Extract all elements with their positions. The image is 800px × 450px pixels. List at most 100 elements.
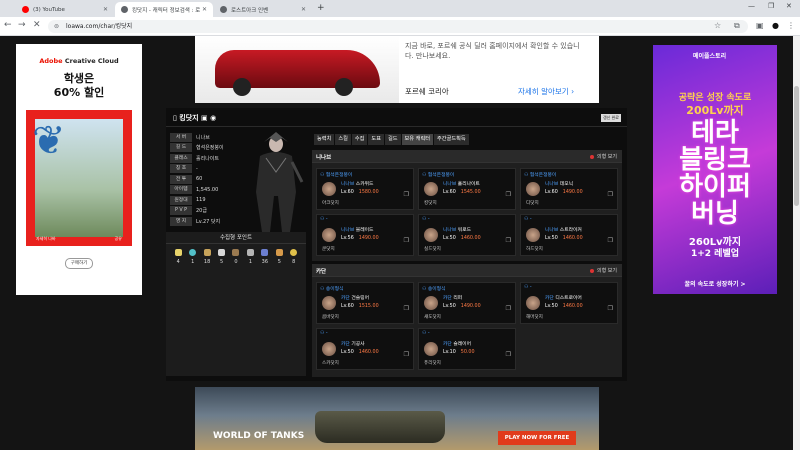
character-card[interactable]: ⚇ - 카단 기공사 Lv.50 1460.00 스카닷지 ❐ (316, 328, 414, 370)
avatar (322, 182, 336, 196)
info-row: 서 버 니나브 (170, 132, 243, 142)
scrollbar[interactable] (793, 36, 800, 450)
ad-cta[interactable]: 꿀의 속도로 성장하기 > (653, 279, 777, 288)
char-level: Lv.60 1580.00 (341, 190, 379, 195)
tab-characters[interactable]: 보유 캐릭터 (401, 134, 434, 145)
address-bar[interactable]: ⊜ loawa.com/char/킹닷지 (48, 20, 748, 33)
profile-tabs: 능력치 스킬 수집 도표 길드 보유 캐릭터 주간골드획득 (314, 134, 470, 145)
ad-cta-share[interactable]: 공유 (115, 236, 122, 242)
copy-icon[interactable]: ❐ (608, 191, 613, 198)
character-card[interactable]: ⚇ 송이형식 카단 건슬링어 Lv.60 1515.00 콤바닷지 ❐ (316, 282, 414, 324)
char-level: Lv.60 1490.00 (545, 190, 583, 195)
character-card[interactable]: ⚇ - 니나브 스트라이커 Lv.50 1460.00 하드닷지 ❐ (520, 214, 618, 256)
info-row: 칭 호- (170, 163, 243, 174)
char-level: Lv.50 1460.00 (545, 236, 583, 241)
close-icon[interactable]: ✕ (301, 6, 306, 13)
scrollbar-thumb[interactable] (794, 86, 799, 206)
copy-icon[interactable]: ❐ (404, 237, 409, 244)
copy-icon[interactable]: ❐ (506, 305, 511, 312)
ad-maplestory[interactable]: 메이플스토리 공략은 성장 속도로 200Lv까지 테라 블링크 하이퍼 버닝 … (653, 45, 777, 294)
tab-weekly-gold[interactable]: 주간골드획득 (434, 134, 469, 145)
collect-item[interactable]: 5 (218, 249, 226, 265)
sidepanel-icon[interactable]: ▣ (756, 21, 764, 30)
copy-icon[interactable]: ❐ (506, 237, 511, 244)
info-row: 클래스 홀리나이트 (170, 153, 243, 163)
site-info-icon[interactable]: ⊜ (54, 20, 59, 33)
char-nick: 콤바닷지 (322, 315, 339, 320)
ad-adobe[interactable]: Adobe Creative Cloud 학생은 60% 할인 ❦ 자세히 나바… (16, 44, 142, 295)
menu-icon[interactable]: ⋮ (787, 21, 795, 30)
star-icon[interactable]: ☆ (714, 21, 721, 30)
char-nick: 아크닷지 (322, 201, 339, 206)
character-card[interactable]: ⚇ - 니나브 블레이드 Lv.56 1490.00 쿤닷지 ❐ (316, 214, 414, 256)
copy-icon[interactable]: ❐ (608, 237, 613, 244)
collect-item[interactable]: 1 (189, 249, 197, 265)
character-card[interactable]: ⚇ 협석은정붕이 니나브 스카위드 Lv.60 1580.00 아크닷지 ❐ (316, 168, 414, 210)
collect-item[interactable]: 36 (261, 249, 269, 265)
close-icon[interactable]: ✕ (202, 6, 207, 13)
collect-item[interactable]: 5 (275, 249, 283, 265)
tab-guild[interactable]: 길드 (384, 134, 401, 145)
tab-chart[interactable]: 도표 (368, 134, 384, 145)
copy-icon[interactable]: ❐ (506, 351, 511, 358)
tab-stats[interactable]: 능력치 (314, 134, 335, 145)
char-nick: 해머닷지 (526, 315, 543, 320)
character-card[interactable]: ⚇ - 카단 슬레이어 Lv.10 50.00 퓨리닷지 ❐ (418, 328, 516, 370)
collect-item[interactable]: 1 (246, 249, 254, 265)
avatar (322, 296, 336, 310)
character-card[interactable]: ⚇ - 니나브 워로드 Lv.50 1460.00 실드닷지 ❐ (418, 214, 516, 256)
character-card[interactable]: ⚇ 협석은정붕이 니나브 데모닉 Lv.60 1490.00 디닷지 ❐ (520, 168, 618, 210)
ad-logo: 메이플스토리 (693, 53, 727, 60)
orpheus-star-icon (275, 249, 283, 256)
copy-icon[interactable]: ❐ (404, 191, 409, 198)
copy-icon[interactable]: ❐ (506, 191, 511, 198)
hide-toggle[interactable]: 의형 보기 (590, 153, 617, 160)
close-window-icon[interactable]: ✕ (786, 2, 792, 10)
char-nick: 퓨리닷지 (424, 361, 441, 366)
forward-icon[interactable]: → (18, 20, 26, 30)
collect-item[interactable]: 8 (290, 249, 298, 265)
ad-more-link[interactable]: 자세히 알아보기 › (518, 86, 574, 97)
play-now-button[interactable]: PLAY NOW FOR FREE (498, 431, 576, 445)
collect-item[interactable]: 4 (174, 249, 182, 265)
stop-icon[interactable]: ✕ (33, 20, 41, 30)
refresh-button[interactable]: 갱신 완료 (601, 114, 621, 122)
ad-world-of-tanks[interactable]: WORLD OF TANKS PLAY NOW FOR FREE (195, 387, 599, 450)
tab-collect[interactable]: 수집 (351, 134, 368, 145)
copy-icon[interactable]: ❐ (404, 305, 409, 312)
character-profile: ▯ 킹닷지 ▣ ◉ 갱신 완료 서 버 니나브 길 드 협석은정붕이 클래스 홀리나이… (166, 108, 627, 381)
guild-label: ⚇ 협석은정붕이 (422, 173, 455, 178)
character-card[interactable]: ⚇ 협석은정붕이 니나브 홀리나이트 Lv.60 1545.00 킹닷지 ❐ (418, 168, 516, 210)
maximize-icon[interactable]: ❐ (768, 2, 774, 10)
server-section-kadan: 카단 의형 보기 ⚇ 송이형식 카단 건슬링어 Lv.60 1515.00 콤바닷… (312, 264, 622, 377)
tab-skills[interactable]: 스킬 (335, 134, 351, 145)
guild-label: ⚇ 송이형식 (320, 287, 344, 292)
close-icon[interactable]: ✕ (103, 6, 108, 13)
ad-porsche[interactable]: 지금 바로, 포르쉐 공식 딜러 홈페이지에서 확인할 수 있습니다. 만나보세… (195, 36, 599, 103)
collect-item[interactable]: 18 (203, 249, 211, 265)
tab-inven[interactable]: 로스트아크 인벤 ✕ (214, 2, 312, 17)
guild-label: ⚇ - (524, 217, 532, 222)
copy-icon[interactable]: ❐ (608, 305, 613, 312)
ad-cta-more[interactable]: 자세히 나바 (36, 236, 56, 242)
hide-toggle[interactable]: 의형 보기 (590, 267, 617, 274)
guild-label: ⚇ - (422, 217, 430, 222)
ad-big-text: 테라 블링크 하이퍼 버닝 (679, 118, 751, 229)
character-card[interactable]: ⚇ - 카단 디스트로이어 Lv.50 1460.00 해머닷지 ❐ (520, 282, 618, 324)
ad-artwork: ❦ 자세히 나바 공유 (26, 110, 132, 246)
tab-youtube[interactable]: (3) YouTube ✕ (16, 2, 114, 17)
char-name: 니나브 스카위드 (341, 182, 374, 187)
back-icon[interactable]: ← (4, 20, 12, 30)
character-card[interactable]: ⚇ 송이형식 카단 리퍼 Lv.50 1490.00 섀도닷지 ❐ (418, 282, 516, 324)
tab-loawa[interactable]: 킹닷지 - 캐릭터 정보검색 : 로 ✕ (115, 2, 213, 17)
new-tab-icon[interactable]: + (317, 3, 325, 13)
profile-icon[interactable]: ● (772, 21, 779, 30)
char-name: 니나브 홀리나이트 (443, 182, 480, 187)
buy-button[interactable]: 구매하기 (65, 258, 93, 269)
extensions-icon[interactable]: ⧉ (734, 21, 740, 31)
url-text: loawa.com/char/킹닷지 (66, 23, 133, 30)
copy-icon[interactable]: ❐ (404, 351, 409, 358)
collect-item[interactable]: 0 (232, 249, 240, 265)
minimize-icon[interactable]: — (748, 2, 755, 10)
avatar (526, 228, 540, 242)
